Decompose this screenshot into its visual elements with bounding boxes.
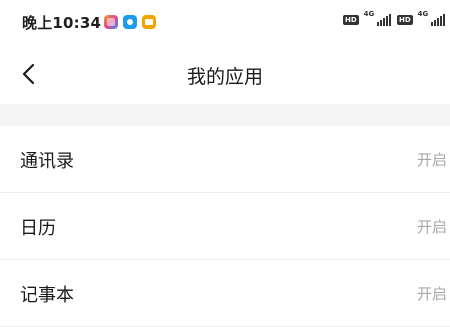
status-time: 晚上10:34 [22, 14, 102, 32]
app-status: 开启 [417, 285, 448, 303]
app-orange-icon [142, 15, 156, 29]
app-list: 通讯录 开启 日历 开启 记事本 开启 [0, 126, 450, 327]
list-item-calendar[interactable]: 日历 开启 [0, 193, 450, 260]
app-name: 记事本 [20, 285, 74, 306]
network-type: 4G [417, 10, 429, 18]
app-status: 开启 [417, 151, 448, 169]
signal-bars-icon [431, 14, 446, 26]
app-name: 通讯录 [20, 151, 74, 172]
navigation-bar: 我的应用 [0, 46, 450, 104]
hd-badge: HD [397, 15, 413, 25]
gallery-icon [104, 15, 118, 29]
list-item-notes[interactable]: 记事本 开启 [0, 260, 450, 327]
section-divider [0, 104, 450, 126]
sim1-signal: HD 4G [343, 10, 392, 26]
signal-bars-icon [377, 14, 392, 26]
notification-icons [104, 15, 156, 29]
app-name: 日历 [20, 218, 56, 239]
network-type: 4G [363, 10, 375, 18]
app-status: 开启 [417, 218, 448, 236]
sim2-signal: HD 4G [397, 10, 446, 26]
hd-badge: HD [343, 15, 359, 25]
page-title: 我的应用 [186, 66, 263, 88]
status-bar: 晚上10:34 HD 4G HD 4G [0, 0, 450, 46]
list-item-contacts[interactable]: 通讯录 开启 [0, 126, 450, 193]
app-blue-icon [123, 15, 137, 29]
